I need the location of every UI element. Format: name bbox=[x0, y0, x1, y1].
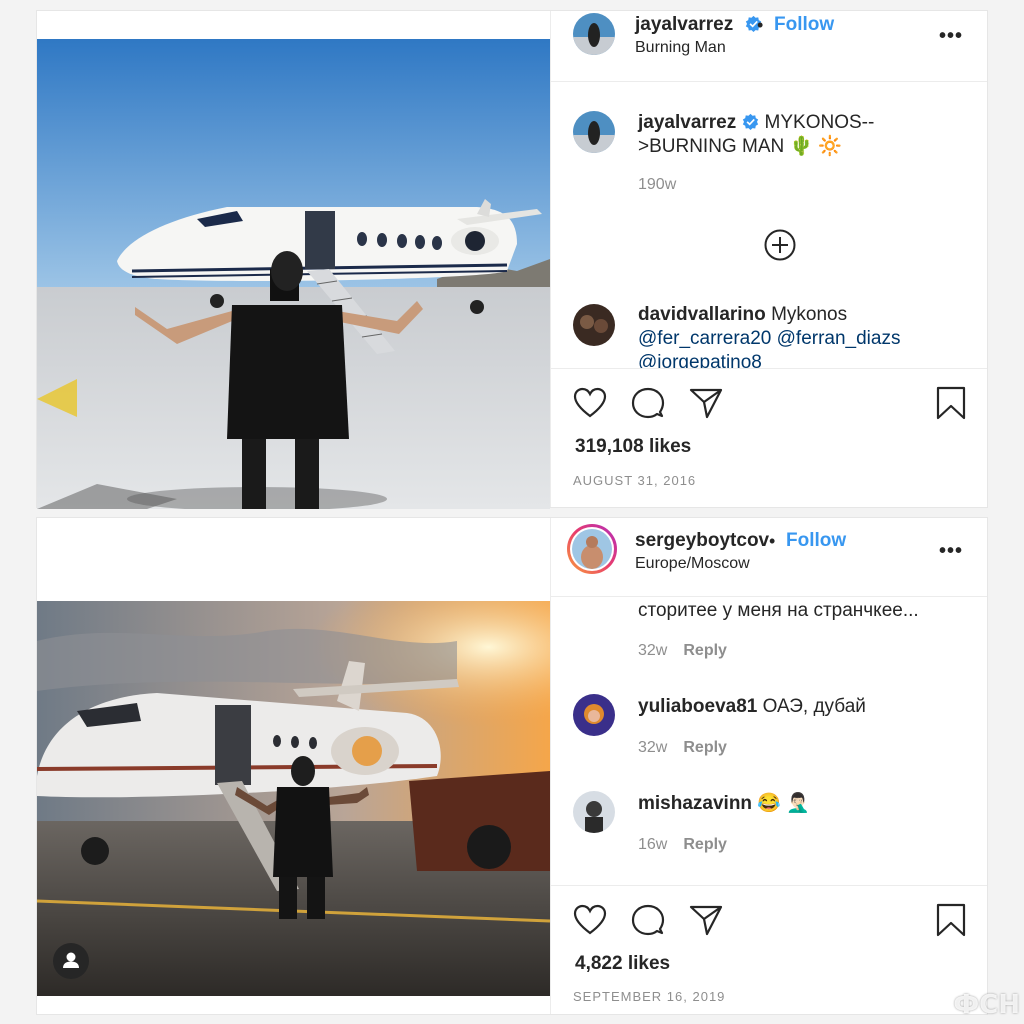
comment-davidvallarino: davidvallarino Mykonos @fer_carrera20 @f… bbox=[638, 303, 967, 368]
comment-username[interactable]: mishazavinn bbox=[638, 793, 752, 814]
post-header-1: jayalvarrez • Follow Burning Man ••• bbox=[551, 11, 987, 82]
more-options-icon[interactable]: ••• bbox=[939, 540, 963, 563]
post-username[interactable]: sergeyboytcov bbox=[635, 530, 769, 552]
comment-username[interactable]: yuliaboeva81 bbox=[638, 696, 757, 717]
comment-text: сторитее у меня на странчкее... bbox=[638, 600, 919, 621]
caption: jayalvarrez MYKONOS-->BURNING MAN 🌵 🔆 bbox=[638, 111, 967, 159]
caption-username[interactable]: jayalvarrez bbox=[638, 112, 736, 133]
save-bookmark-icon[interactable] bbox=[934, 386, 968, 420]
avatar-yuliaboeva81[interactable] bbox=[573, 694, 615, 736]
like-heart-icon[interactable] bbox=[573, 386, 607, 420]
username-text[interactable]: jayalvarrez bbox=[635, 14, 733, 35]
comments-scroll[interactable]: сторитее у меня на странчкее... 32w Reply… bbox=[551, 597, 987, 885]
comment-mention-cut[interactable]: @jorgepatino8 bbox=[638, 352, 762, 368]
post-side-panel-1: jayalvarrez • Follow Burning Man ••• jay… bbox=[550, 11, 987, 507]
avatar-sergeyboytcov[interactable] bbox=[572, 529, 612, 569]
post-card-2: sergeyboytcov • Follow Europe/Moscow •••… bbox=[36, 517, 988, 1015]
avatar-jayalvarrez[interactable] bbox=[573, 13, 615, 55]
person-tag-icon bbox=[63, 952, 79, 968]
share-send-icon[interactable] bbox=[689, 386, 723, 420]
post-location[interactable]: Europe/Moscow bbox=[635, 555, 750, 573]
post-date[interactable]: AUGUST 31, 2016 bbox=[573, 473, 696, 488]
save-bookmark-icon[interactable] bbox=[934, 903, 968, 937]
reply-button[interactable]: Reply bbox=[683, 836, 727, 853]
post-header-2: sergeyboytcov • Follow Europe/Moscow ••• bbox=[551, 518, 987, 597]
comment-meta: 16w Reply bbox=[638, 836, 727, 854]
follow-button[interactable]: Follow bbox=[774, 14, 834, 36]
jet-sunset-photo-image bbox=[37, 601, 550, 996]
more-options-icon[interactable]: ••• bbox=[939, 25, 963, 48]
separator-dot: • bbox=[769, 531, 776, 551]
post-location[interactable]: Burning Man bbox=[635, 39, 726, 57]
comment-mishazavinn: mishazavinn 😂 🤦🏻‍♂️ bbox=[638, 792, 967, 816]
comment-text: 😂 🤦🏻‍♂️ bbox=[757, 793, 810, 814]
action-bar-2 bbox=[551, 885, 987, 956]
reply-button[interactable]: Reply bbox=[683, 739, 727, 756]
comment-meta: 32w Reply bbox=[638, 642, 727, 660]
like-heart-icon[interactable] bbox=[573, 903, 607, 937]
verified-badge-icon bbox=[743, 113, 759, 130]
post-date[interactable]: SEPTEMBER 16, 2019 bbox=[573, 989, 725, 1004]
comment-meta: 32w Reply bbox=[638, 739, 727, 757]
post-username[interactable]: jayalvarrez bbox=[635, 14, 762, 36]
comment-mentions[interactable]: @fer_carrera20 @ferran_diazs bbox=[638, 328, 900, 349]
comment-clip: davidvallarino Mykonos @fer_carrera20 @f… bbox=[551, 301, 987, 368]
comment-text: Mykonos bbox=[771, 304, 848, 325]
plus-circle-icon[interactable] bbox=[764, 229, 796, 261]
comment-age[interactable]: 32w bbox=[638, 739, 667, 756]
avatar-jayalvarrez-caption[interactable] bbox=[573, 111, 615, 153]
share-send-icon[interactable] bbox=[689, 903, 723, 937]
post-side-panel-2: sergeyboytcov • Follow Europe/Moscow •••… bbox=[550, 518, 987, 1014]
comment-bubble-icon[interactable] bbox=[631, 386, 665, 420]
separator-dot: • bbox=[757, 15, 764, 35]
comment-text: ОАЭ, дубай bbox=[762, 696, 866, 717]
action-bar-1 bbox=[551, 368, 987, 439]
avatar-mishazavinn[interactable] bbox=[573, 791, 615, 833]
reply-button[interactable]: Reply bbox=[683, 642, 727, 659]
jet-photo-image bbox=[37, 39, 550, 509]
story-ring[interactable] bbox=[567, 524, 617, 574]
comment-yuliaboeva81: yuliaboeva81 ОАЭ, дубай bbox=[638, 695, 967, 719]
comment-bubble-icon[interactable] bbox=[631, 903, 665, 937]
likes-count[interactable]: 4,822 likes bbox=[575, 953, 670, 975]
comment-age[interactable]: 16w bbox=[638, 836, 667, 853]
watermark-logo: ФСН bbox=[953, 990, 1020, 1020]
comment-age[interactable]: 32w bbox=[638, 642, 667, 659]
likes-count[interactable]: 319,108 likes bbox=[575, 436, 691, 458]
comment-username[interactable]: davidvallarino bbox=[638, 304, 766, 325]
post-photo-jet-sunset[interactable] bbox=[37, 601, 550, 996]
post-photo-jet-burning-man[interactable] bbox=[37, 39, 550, 509]
follow-button[interactable]: Follow bbox=[786, 530, 846, 552]
post-card-1: jayalvarrez • Follow Burning Man ••• jay… bbox=[36, 10, 988, 509]
caption-age[interactable]: 190w bbox=[638, 176, 676, 194]
tagged-people-button[interactable] bbox=[53, 943, 89, 979]
